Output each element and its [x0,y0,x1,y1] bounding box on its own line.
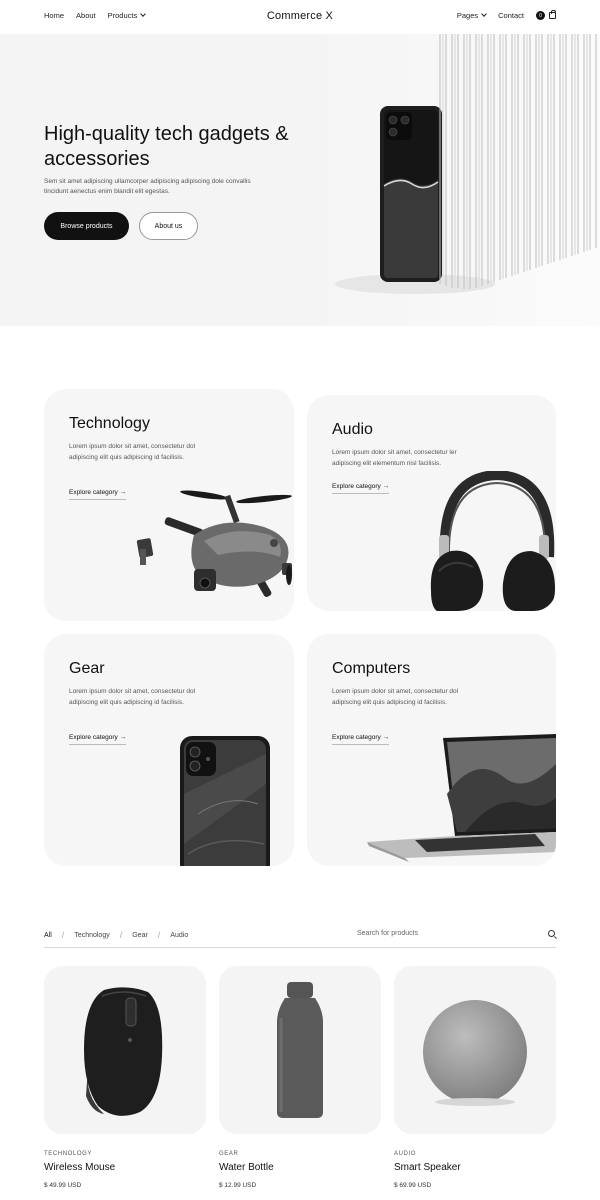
category-description: Lorem ipsum dolor sit amet, consectetur … [69,443,196,461]
hero-phone-image [300,34,600,326]
nav-pages-dropdown[interactable]: Pages [456,11,487,20]
filter-separator: / [119,930,123,940]
product-name[interactable]: Smart Speaker [394,1162,461,1173]
product-category: AUDIO [394,1151,417,1157]
nav-contact-link[interactable]: Contact [498,11,524,20]
product-category: GEAR [219,1151,239,1157]
filter-separator: / [61,930,65,940]
explore-category-link[interactable]: Explore category → [69,734,127,745]
bottle-image [277,982,323,1118]
product-card-smart-speaker[interactable] [394,966,556,1134]
search-input[interactable]: Search for products [357,930,418,937]
product-card-water-bottle[interactable] [219,966,381,1134]
about-us-button[interactable]: About us [139,212,198,240]
hero-section: High-quality tech gadgets & accessories … [0,34,600,326]
product-price: $ 49.99 USD [44,1182,82,1189]
category-title: Gear [69,660,105,677]
hero-title: High-quality tech gadgets & accessories [44,123,289,170]
category-card-gear[interactable]: Gear Lorem ipsum dolor sit amet, consect… [44,634,294,866]
nav-right-links: Pages Contact 0 [456,10,556,20]
filter-tab-gear[interactable]: Gear [132,932,148,939]
cart-count-badge[interactable]: 0 [536,11,545,20]
product-name[interactable]: Water Bottle [219,1162,274,1173]
search-icon[interactable] [548,930,555,937]
category-description: Lorem ipsum dolor sit amet, consectetur … [69,688,196,706]
product-category: TECHNOLOGY [44,1151,93,1157]
hero-subtitle: Sem sit amet adipiscing ullamcorper adip… [44,178,251,195]
bag-icon[interactable] [549,10,556,19]
product-card-wireless-mouse[interactable] [44,966,206,1134]
category-title: Technology [69,415,150,432]
phone-case-image [180,736,270,866]
category-card-technology[interactable]: Technology Lorem ipsum dolor sit amet, c… [44,389,294,621]
product-price: $ 69.99 USD [394,1182,432,1189]
headphones-image [430,471,555,611]
browse-products-button[interactable]: Browse products [44,212,129,240]
category-description: Lorem ipsum dolor sit amet, consectetur … [332,449,457,467]
category-title: Audio [332,421,373,438]
top-navigation: Home About Products Commerce X Pages Con… [0,0,600,34]
category-description: Lorem ipsum dolor sit amet, consectetur … [332,688,459,706]
filter-separator: / [157,930,161,940]
filter-tab-audio[interactable]: Audio [170,932,188,939]
filter-divider [44,947,556,948]
category-filter-tabs: All / Technology / Gear / Audio [44,930,188,940]
explore-category-link[interactable]: Explore category → [332,483,390,494]
mouse-image [84,987,163,1116]
nav-pages-label: Pages [456,11,479,20]
laptop-image [367,734,556,862]
drone-image [136,490,292,597]
filter-tab-technology[interactable]: Technology [74,932,109,939]
product-name[interactable]: Wireless Mouse [44,1162,115,1173]
category-card-audio[interactable]: Audio Lorem ipsum dolor sit amet, consec… [307,395,556,611]
filter-tab-all[interactable]: All [44,932,52,939]
explore-category-link[interactable]: Explore category → [69,489,127,500]
chevron-down-icon [481,11,487,17]
speaker-image [423,1000,527,1106]
category-card-computers[interactable]: Computers Lorem ipsum dolor sit amet, co… [307,634,556,866]
category-title: Computers [332,660,411,677]
product-price: $ 12.99 USD [219,1182,257,1189]
